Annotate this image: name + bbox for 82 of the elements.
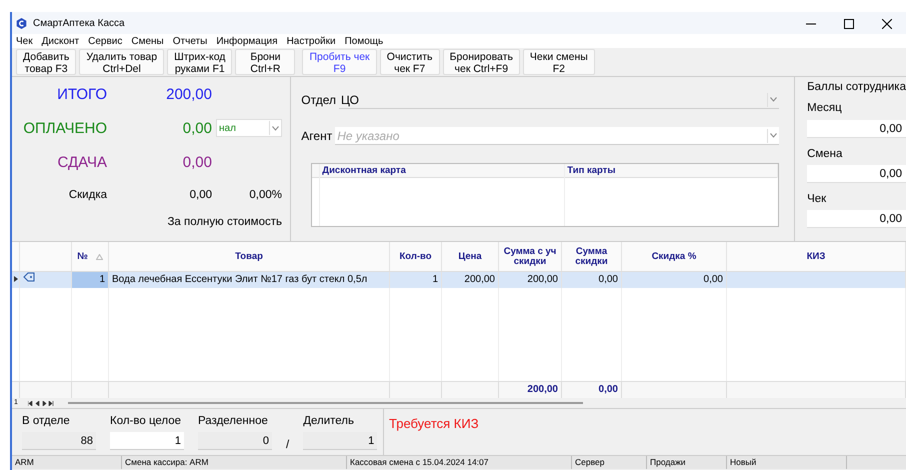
menu-item[interactable]: Дисконт bbox=[42, 34, 80, 48]
row-pointer-icon bbox=[14, 276, 18, 282]
fraction-separator: / bbox=[286, 438, 290, 453]
table-cell: 200,00 bbox=[499, 272, 562, 288]
menu-item[interactable]: Отчеты bbox=[172, 34, 208, 48]
toolbar-button[interactable]: Бронировать чек Ctrl+F9 bbox=[442, 49, 520, 75]
column-header[interactable]: КИЗ bbox=[727, 242, 906, 271]
total-cell: 200,00 bbox=[499, 382, 562, 398]
quantity-label: Делитель bbox=[303, 414, 355, 429]
table-cell: 1 bbox=[390, 272, 442, 288]
menu-item[interactable]: Информация bbox=[216, 34, 278, 48]
total-label: СДАЧА bbox=[56, 153, 107, 173]
points-label: Месяц bbox=[807, 101, 843, 116]
points-field: 0,00 bbox=[807, 164, 906, 183]
menu-item[interactable]: Помощь bbox=[344, 34, 384, 48]
status-item: Кассовая смена с 15.04.2024 14:07 bbox=[347, 456, 572, 469]
column-header[interactable]: Товар bbox=[109, 242, 390, 271]
department-select[interactable]: ЦО bbox=[339, 91, 780, 109]
dropdown-caret-icon[interactable] bbox=[269, 121, 281, 135]
toolbar-button[interactable]: Очистить чек F7 bbox=[380, 49, 440, 75]
table-cell: 0,00 bbox=[622, 272, 727, 288]
horizontal-scrollbar[interactable] bbox=[68, 402, 583, 404]
record-navigation-icon[interactable] bbox=[28, 400, 54, 406]
toolbar-button[interactable]: Штрих-код руками F1 bbox=[167, 49, 232, 75]
column-header[interactable]: Сумма с уч скидки bbox=[499, 242, 562, 271]
discount-note: За полную стоимость bbox=[166, 215, 282, 230]
app-logo-icon bbox=[16, 18, 27, 28]
total-value: 0,00 bbox=[182, 119, 212, 139]
points-field: 0,00 bbox=[807, 120, 906, 138]
department-label: Отдел bbox=[301, 92, 336, 109]
quantity-field: 1 bbox=[303, 432, 378, 450]
table-cell: 0,00 bbox=[562, 272, 622, 288]
column-header[interactable]: Кол-во bbox=[390, 242, 442, 271]
total-cell: 0,00 bbox=[562, 382, 622, 398]
dropdown-caret-icon[interactable] bbox=[767, 92, 780, 106]
quantity-label: Кол-во целое bbox=[110, 414, 182, 429]
dropdown-caret-icon[interactable] bbox=[767, 128, 780, 142]
status-item: Смена кассира: ARM bbox=[122, 456, 347, 469]
payment-select[interactable]: нал bbox=[216, 119, 282, 137]
column-header: Дисконтная карта bbox=[320, 164, 566, 178]
status-item: Сервер bbox=[572, 456, 647, 469]
total-value: 0,00 bbox=[182, 153, 212, 173]
quantity-field: 0 bbox=[198, 432, 272, 450]
agent-label: Агент bbox=[301, 128, 332, 145]
column-header: Тип карты bbox=[565, 164, 778, 178]
quantity-field[interactable]: 1 bbox=[110, 432, 184, 450]
window-title: СмартАптека Касса bbox=[33, 16, 125, 30]
quantity-label: Разделенное bbox=[198, 414, 269, 429]
table-cell: 200,00 bbox=[442, 272, 499, 288]
toolbar-button[interactable]: Пробить чек F9 bbox=[302, 49, 377, 75]
points-label: Чек bbox=[807, 192, 828, 207]
toolbar-button[interactable]: Брони Ctrl+R bbox=[235, 49, 296, 75]
quantity-field: 88 bbox=[22, 432, 96, 450]
total-value: 200,00 bbox=[165, 85, 212, 105]
points-field: 0,00 bbox=[807, 210, 906, 228]
warning-message: Требуется КИЗ bbox=[388, 415, 479, 433]
toolbar-button[interactable]: Чеки смены F2 bbox=[522, 49, 595, 75]
menu-item[interactable]: Смены bbox=[131, 34, 164, 48]
status-item: ARM bbox=[12, 456, 122, 469]
table-row[interactable]: 1 Вода лечебная Ессентуки Элит №17 газ бут стекл 0,5л 1 200,00 200,00 0,00 0,00 bbox=[12, 272, 906, 288]
menu-item[interactable]: Настройки bbox=[286, 34, 336, 48]
total-label: ИТОГО bbox=[56, 85, 107, 105]
total-label: ОПЛАЧЕНО bbox=[22, 119, 107, 139]
points-label: Смена bbox=[807, 146, 844, 162]
points-title: Баллы сотрудника bbox=[807, 80, 906, 95]
toolbar-button[interactable]: Удалить товар Ctrl+Del bbox=[79, 49, 164, 75]
status-item: Новый bbox=[727, 456, 847, 469]
table-cell: Вода лечебная Ессентуки Элит №17 газ бут стекл 0,5л bbox=[109, 272, 390, 288]
column-header[interactable]: Сумма скидки bbox=[562, 242, 622, 271]
status-item: Продажи bbox=[647, 456, 727, 469]
discount-label: Скидка bbox=[68, 188, 107, 203]
discount-amount: 0,00 bbox=[188, 188, 212, 203]
column-header[interactable]: Скидка % bbox=[622, 242, 727, 271]
toolbar-button[interactable]: Добавить товар F3 bbox=[16, 49, 76, 75]
quantity-label: В отделе bbox=[22, 414, 71, 429]
table-cell: 1 bbox=[72, 272, 109, 288]
menu-item[interactable]: Чек bbox=[16, 34, 33, 48]
tag-icon bbox=[23, 272, 35, 282]
column-header[interactable]: № bbox=[72, 242, 109, 271]
discount-percent: 0,00% bbox=[248, 188, 282, 203]
column-header[interactable]: Цена bbox=[442, 242, 499, 271]
menu-item[interactable]: Сервис bbox=[88, 34, 122, 48]
